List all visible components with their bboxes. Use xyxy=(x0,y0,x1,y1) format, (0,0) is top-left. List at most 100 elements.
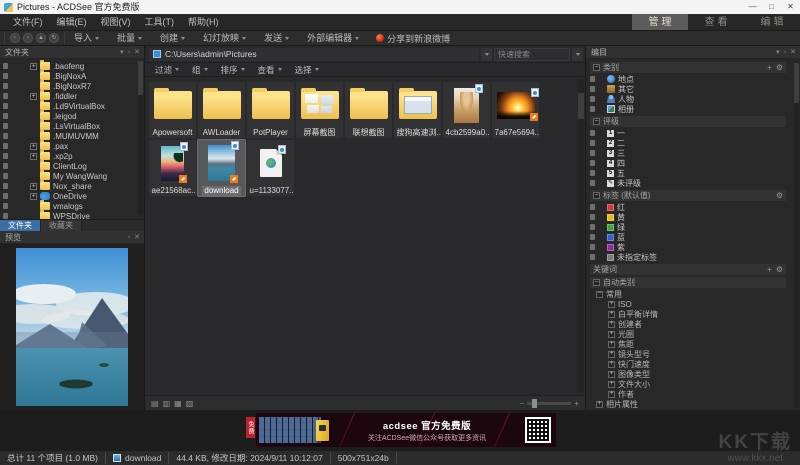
path-field[interactable]: C:\Users\admin\Pictures xyxy=(149,48,479,61)
file-tile[interactable]: PotPlayer xyxy=(247,82,294,138)
quick-pin-icon[interactable] xyxy=(3,203,8,209)
quick-pin-icon[interactable] xyxy=(590,86,595,92)
menu-item[interactable]: 编辑(E) xyxy=(50,14,94,31)
quick-pin-icon[interactable] xyxy=(3,163,8,169)
rating-item[interactable]: ✎ 未评级 xyxy=(586,178,792,188)
color-label-item[interactable]: 蓝 xyxy=(586,232,792,242)
quick-pin-icon[interactable] xyxy=(3,103,8,109)
quick-pin-icon[interactable] xyxy=(3,93,8,99)
toolbar-button[interactable]: 幻灯放映 xyxy=(194,31,255,46)
auto-category-item[interactable]: 文件大小 xyxy=(586,379,792,389)
auto-category-item[interactable]: 白平衡详情 xyxy=(586,309,792,319)
quick-pin-icon[interactable] xyxy=(3,63,8,69)
quick-pin-icon[interactable] xyxy=(590,130,595,136)
quick-pin-icon[interactable] xyxy=(3,73,8,79)
view-details-icon[interactable]: ▧ xyxy=(186,396,194,411)
quick-pin-icon[interactable] xyxy=(590,106,595,112)
view-filmstrip-icon[interactable]: ▥ xyxy=(163,396,171,411)
folder-tree-item[interactable]: .fiddler xyxy=(0,91,144,101)
view-thumbnails-icon[interactable]: ▤ xyxy=(151,396,159,411)
slider-thumb[interactable] xyxy=(532,399,537,408)
color-label-item[interactable]: 未指定标签 xyxy=(586,252,792,262)
expand-icon[interactable] xyxy=(608,301,615,308)
expand-icon[interactable] xyxy=(608,341,615,348)
quick-pin-icon[interactable] xyxy=(590,244,595,250)
category-item[interactable]: 地点 xyxy=(586,74,792,84)
folder-tree-item[interactable]: ClientLog xyxy=(0,161,144,171)
close-icon[interactable]: ✕ xyxy=(134,231,140,244)
ratings-section-header[interactable]: 评级 xyxy=(590,116,786,127)
expand-icon[interactable] xyxy=(608,331,615,338)
collapse-icon[interactable] xyxy=(596,291,603,298)
refresh-button[interactable]: ↻ xyxy=(49,33,59,43)
folder-tree-item[interactable]: .Ld9VirtualBox xyxy=(0,101,144,111)
path-dropdown-button[interactable] xyxy=(481,48,492,61)
float-panel-icon[interactable]: ▫ xyxy=(128,46,130,59)
quick-pin-icon[interactable] xyxy=(590,204,595,210)
folder-tree-item[interactable]: .leigod xyxy=(0,111,144,121)
quick-pin-icon[interactable] xyxy=(590,254,595,260)
up-button[interactable]: ▲ xyxy=(36,33,46,43)
menu-item[interactable]: 文件(F) xyxy=(6,14,50,31)
collapse-icon[interactable] xyxy=(593,192,600,199)
filter-menu-button[interactable]: 查看 xyxy=(252,63,288,77)
filter-menu-button[interactable]: 过滤 xyxy=(149,63,185,77)
quick-pin-icon[interactable] xyxy=(3,173,8,179)
gear-icon[interactable]: ⚙ xyxy=(776,264,783,275)
auto-category-item[interactable]: ISO xyxy=(586,299,792,309)
collapse-icon[interactable] xyxy=(593,279,600,286)
folder-tree-item[interactable]: .BigNoxA xyxy=(0,71,144,81)
add-keyword-icon[interactable]: + xyxy=(767,264,772,275)
expand-icon[interactable] xyxy=(30,63,37,70)
quick-pin-icon[interactable] xyxy=(3,113,8,119)
folder-tree-item[interactable]: Nox_share xyxy=(0,181,144,191)
folder-tree-item[interactable]: .pax xyxy=(0,141,144,151)
quick-pin-icon[interactable] xyxy=(590,140,595,146)
float-panel-icon[interactable]: ▫ xyxy=(128,231,130,244)
file-tile[interactable]: AWLoader xyxy=(198,82,245,138)
mode-tab[interactable]: 管理 xyxy=(632,14,688,30)
expand-icon[interactable] xyxy=(30,143,37,150)
close-button[interactable]: ✕ xyxy=(781,0,800,14)
share-weibo-button[interactable]: 分享到新浪微博 xyxy=(368,32,458,45)
mode-tab[interactable]: 编辑 xyxy=(744,14,800,30)
quick-pin-icon[interactable] xyxy=(3,153,8,159)
zoom-in-icon[interactable]: + xyxy=(574,399,579,408)
search-dropdown-button[interactable] xyxy=(572,48,583,61)
auto-category-item[interactable]: 快门速度 xyxy=(586,359,792,369)
expand-icon[interactable] xyxy=(596,401,603,408)
color-label-item[interactable]: 黄 xyxy=(586,212,792,222)
free-tag[interactable]: 免费 xyxy=(246,417,255,438)
folder-tree-item[interactable]: .MUMUVMM xyxy=(0,131,144,141)
gear-icon[interactable]: ⚙ xyxy=(776,62,783,73)
file-tile[interactable]: u=1133077... xyxy=(247,140,294,196)
quick-pin-icon[interactable] xyxy=(3,213,8,219)
ad-banner[interactable]: acdsee 官方免费版 关注ACDSee微信公众号获取更多资讯 xyxy=(256,413,556,447)
filter-menu-button[interactable]: 选择 xyxy=(289,63,325,77)
expand-icon[interactable] xyxy=(30,153,37,160)
file-tile[interactable]: 7a67e5694... xyxy=(492,82,539,138)
catalog-scrollbar[interactable] xyxy=(794,61,799,408)
folder-tree-item[interactable]: .LsVirtualBox xyxy=(0,121,144,131)
folder-tree-item[interactable]: OneDrive xyxy=(0,191,144,201)
quick-pin-icon[interactable] xyxy=(3,133,8,139)
auto-category-item[interactable]: 图像类型 xyxy=(586,369,792,379)
auto-category-photo-props[interactable]: 相片属性 xyxy=(586,399,792,409)
rating-item[interactable]: 4 四 xyxy=(586,158,792,168)
folder-tree-scrollbar[interactable] xyxy=(138,61,143,215)
auto-category-item[interactable]: 创建者 xyxy=(586,319,792,329)
add-category-icon[interactable]: + xyxy=(767,62,772,73)
rating-item[interactable]: 2 二 xyxy=(586,138,792,148)
file-tile[interactable]: 搜狗高速浏... xyxy=(394,82,441,138)
quick-pin-icon[interactable] xyxy=(3,123,8,129)
toolbar-button[interactable]: 发送 xyxy=(255,31,298,46)
mode-tab[interactable]: 查看 xyxy=(688,14,744,30)
color-label-item[interactable]: 绿 xyxy=(586,222,792,232)
file-tile[interactable]: 屏幕截图 xyxy=(296,82,343,138)
minimize-button[interactable]: — xyxy=(743,0,762,14)
auto-categories-section-header[interactable]: 自动类别 xyxy=(590,277,786,288)
chevron-down-icon[interactable]: ▾ xyxy=(120,46,124,59)
menu-item[interactable]: 工具(T) xyxy=(138,14,182,31)
quick-pin-icon[interactable] xyxy=(590,170,595,176)
toolbar-button[interactable]: 外部编辑器 xyxy=(298,31,368,46)
